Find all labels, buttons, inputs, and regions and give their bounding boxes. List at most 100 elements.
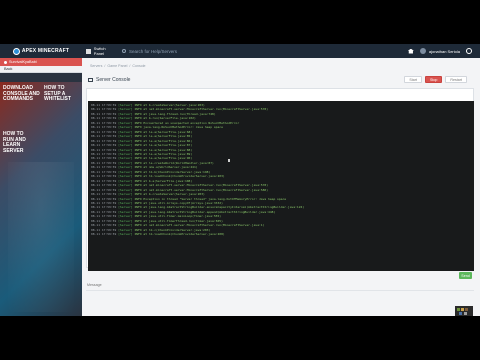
- console-source: [Server]: [118, 160, 133, 165]
- console-source: [Server]: [118, 227, 133, 232]
- console-message: INFO at b.createServer(Server.java:203): [134, 103, 205, 107]
- breadcrumb-item[interactable]: Game Panel: [107, 64, 127, 68]
- promo-line: RUN AND LEARN: [3, 136, 26, 148]
- console-timestamp: 08.11 17:59:59: [91, 196, 117, 201]
- command-input[interactable]: [87, 281, 387, 289]
- logo-gear-icon: [12, 47, 20, 55]
- console-source: [Server]: [118, 174, 133, 179]
- console-source: [Server]: [118, 187, 133, 192]
- console-source: [Server]: [118, 156, 133, 161]
- console-message: INFO at la.createWorld(WorldHandler.java…: [134, 160, 214, 165]
- server-name: SurvivalKyaBabi: [9, 60, 37, 64]
- user-name: ajonathan Seriola: [428, 48, 460, 54]
- console-line: 08.11 17:59:59 [Server] INFO at lb.loadC…: [91, 232, 471, 236]
- console-timestamp: 08.11 17:59:59: [91, 223, 117, 228]
- console-message: INFO at java.util.Timer.mainLoop(Timer.j…: [134, 214, 222, 219]
- console-panel: 08.11 17:59:59 [Server] INFO at b.create…: [86, 88, 474, 271]
- console-message: INFO at net.minecraft.server.MinecraftSe…: [134, 187, 269, 192]
- console-message: INFO at la.a(ServerFile.java:87): [134, 143, 193, 148]
- power-controls: Start Stop Restart: [404, 76, 467, 83]
- search-bar[interactable]: Search for Help/Servers: [116, 49, 408, 54]
- input-divider: [86, 290, 474, 291]
- console-timestamp: 08.11 17:59:59: [91, 169, 117, 174]
- console-message: INFO at la.a(ServerFile.java:86): [134, 138, 193, 143]
- breadcrumb-separator: /: [104, 64, 106, 68]
- console-source: [Server]: [118, 192, 133, 197]
- console-source: [Server]: [118, 178, 133, 183]
- console-source: [Server]: [118, 143, 133, 148]
- console-message: INFO at lb.c(ChunkProviderServer.java:20…: [134, 227, 211, 232]
- console-message: INFO at la.a(ServerFile.java:89): [134, 151, 193, 156]
- console-message: INFO at la.a(ServerFile.java:85): [134, 134, 193, 139]
- footer-pixel-logo: [455, 306, 473, 316]
- sidebar-item-back[interactable]: Back: [0, 66, 82, 73]
- promo-banner[interactable]: DOWNLOAD CONSOLE AND COMMANDS HOW TO SET…: [0, 82, 82, 316]
- console-timestamp: 08.11 17:59:59: [91, 232, 117, 237]
- console-source: [Server]: [118, 183, 133, 188]
- home-icon[interactable]: [407, 48, 414, 54]
- console-timestamp: 08.11 17:59:59: [91, 125, 117, 130]
- page-title-text: Server Console: [96, 77, 131, 83]
- console-message: INFO at b.createServer(Server.java:203): [134, 192, 205, 197]
- stop-button[interactable]: Stop: [425, 76, 443, 83]
- console-message: INFO at b.a(ServerFile.java:108): [134, 178, 193, 183]
- console-timestamp: 08.11 17:59:59: [91, 200, 117, 205]
- power-icon[interactable]: [466, 48, 472, 54]
- breadcrumb-separator: /: [129, 64, 131, 68]
- console-timestamp: 08.11 17:59:59: [91, 138, 117, 143]
- promo-artwork: [8, 162, 74, 312]
- console-timestamp: 08.11 17:59:59: [91, 143, 117, 148]
- mouse-cursor: [228, 159, 230, 162]
- console-timestamp: 08.11 17:59:59: [91, 205, 117, 210]
- console-message: INFO Encountered an unexpected exception…: [134, 120, 240, 125]
- console-source: [Server]: [118, 116, 133, 121]
- sidebar-item-label: Back: [4, 67, 13, 71]
- terminal-icon: [88, 78, 93, 82]
- start-button[interactable]: Start: [404, 76, 422, 83]
- console-source: [Server]: [118, 165, 133, 170]
- breadcrumb-item[interactable]: Servers: [90, 64, 102, 68]
- brand-logo[interactable]: APEX MINECRAFT: [0, 44, 82, 58]
- video-letterbox-bottom: [0, 316, 480, 360]
- promo-card-download[interactable]: DOWNLOAD CONSOLE AND COMMANDS: [3, 85, 41, 103]
- promo-card-whitelist[interactable]: HOW TO SETUP A WHITELIST: [44, 85, 82, 103]
- console-timestamp: 08.11 17:59:59: [91, 209, 117, 214]
- video-letterbox-top: [0, 0, 480, 44]
- console-timestamp: 08.11 17:59:59: [91, 129, 117, 134]
- grid-icon: [86, 48, 91, 54]
- console-source: [Server]: [118, 169, 133, 174]
- console-timestamp: 08.11 17:59:59: [91, 174, 117, 179]
- promo-card-run-server[interactable]: HOW TO RUN AND LEARN SERVER: [3, 131, 41, 154]
- restart-button[interactable]: Restart: [445, 76, 467, 83]
- server-name-bar[interactable]: SurvivalKyaBabi: [0, 58, 82, 66]
- console-message: INFO at lb.loadChunk(ChunkProviderServer…: [134, 232, 225, 237]
- breadcrumb-item: Console: [132, 64, 146, 68]
- console-timestamp: 08.11 17:59:59: [91, 178, 117, 183]
- console-message: INFO at b.run(ServerFile.java:102): [134, 116, 196, 121]
- user-menu[interactable]: ajonathan Seriola: [419, 48, 460, 54]
- send-button[interactable]: Send: [459, 272, 472, 279]
- switch-panel-button[interactable]: Switch Panel: [82, 46, 116, 56]
- console-timestamp: 08.11 17:59:59: [91, 187, 117, 192]
- game-panel-app: APEX MINECRAFT Switch Panel Search for H…: [0, 44, 480, 316]
- breadcrumb: Servers / Game Panel / Console: [90, 64, 146, 68]
- main-content: Servers / Game Panel / Console Server Co…: [82, 58, 480, 316]
- console-output[interactable]: 08.11 17:59:59 [Server] INFO at b.create…: [88, 101, 474, 271]
- console-timestamp: 08.11 17:59:59: [91, 192, 117, 197]
- console-message: INFO at net.minecraft.server.MinecraftSe…: [134, 223, 265, 228]
- console-timestamp: 08.11 17:59:59: [91, 165, 117, 170]
- console-timestamp: 08.11 17:59:59: [91, 214, 117, 219]
- console-timestamp: 08.11 17:59:59: [91, 116, 117, 121]
- logo-text: APEX MINECRAFT: [21, 48, 70, 54]
- top-navigation-bar: APEX MINECRAFT Switch Panel Search for H…: [0, 44, 480, 58]
- console-source: [Server]: [118, 200, 133, 205]
- console-timestamp: 08.11 17:59:59: [91, 107, 117, 112]
- console-source: [Server]: [118, 125, 133, 130]
- console-source: [Server]: [118, 138, 133, 143]
- console-source: [Server]: [118, 103, 133, 107]
- console-message: INFO Exception in thread "Server thread"…: [134, 196, 287, 201]
- console-source: [Server]: [118, 205, 133, 210]
- console-timestamp: 08.11 17:59:59: [91, 156, 117, 161]
- console-timestamp: 08.11 17:59:59: [91, 103, 117, 107]
- console-timestamp: 08.11 17:59:59: [91, 111, 117, 116]
